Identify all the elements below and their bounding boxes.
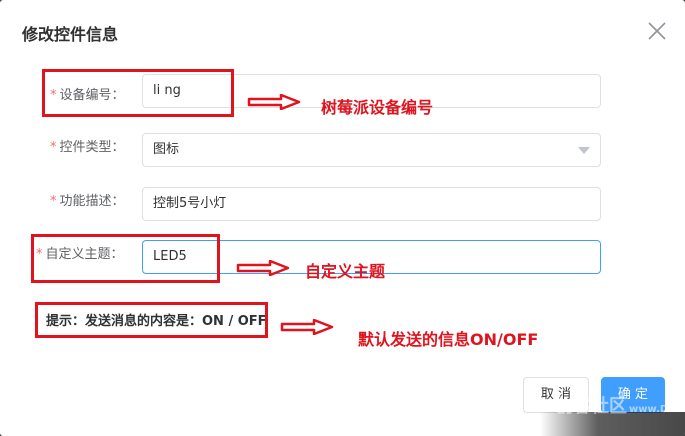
watermark: 创客社区www.DFRobot.com.cn	[555, 392, 685, 418]
edit-control-dialog: 修改控件信息 * 设备编号： li ng * 控件类型： 图标 * 功能描述： 控制5…	[0, 0, 685, 436]
required-mark: *	[50, 194, 57, 209]
watermark-site: www.DFRobot.com.cn	[629, 404, 685, 415]
watermark-text: 创客社区	[555, 396, 627, 417]
dialog-title: 修改控件信息	[22, 25, 119, 44]
close-icon[interactable]	[645, 19, 669, 43]
control-type-label-text: 控件类型：	[59, 140, 125, 155]
arrow-right-icon	[236, 260, 290, 276]
annotation-hint: 默认发送的信息ON/OFF	[358, 330, 539, 349]
annotation-device-id: 树莓派设备编号	[321, 98, 434, 117]
description-label: * 功能描述：	[50, 190, 125, 209]
annotation-box-device-id	[42, 69, 234, 117]
description-input[interactable]: 控制5号小灯	[142, 187, 601, 221]
annotation-box-hint	[35, 302, 268, 338]
arrow-right-icon	[247, 94, 301, 110]
control-type-select[interactable]: 图标	[142, 133, 601, 167]
chevron-down-icon	[578, 147, 590, 154]
required-mark: *	[50, 140, 57, 155]
arrow-right-icon	[280, 319, 334, 335]
annotation-box-custom-topic	[31, 234, 220, 283]
control-type-label: * 控件类型：	[50, 136, 125, 155]
annotation-custom-topic: 自定义主题	[305, 262, 386, 281]
control-type-value: 图标	[153, 142, 180, 157]
description-label-text: 功能描述：	[59, 194, 125, 209]
